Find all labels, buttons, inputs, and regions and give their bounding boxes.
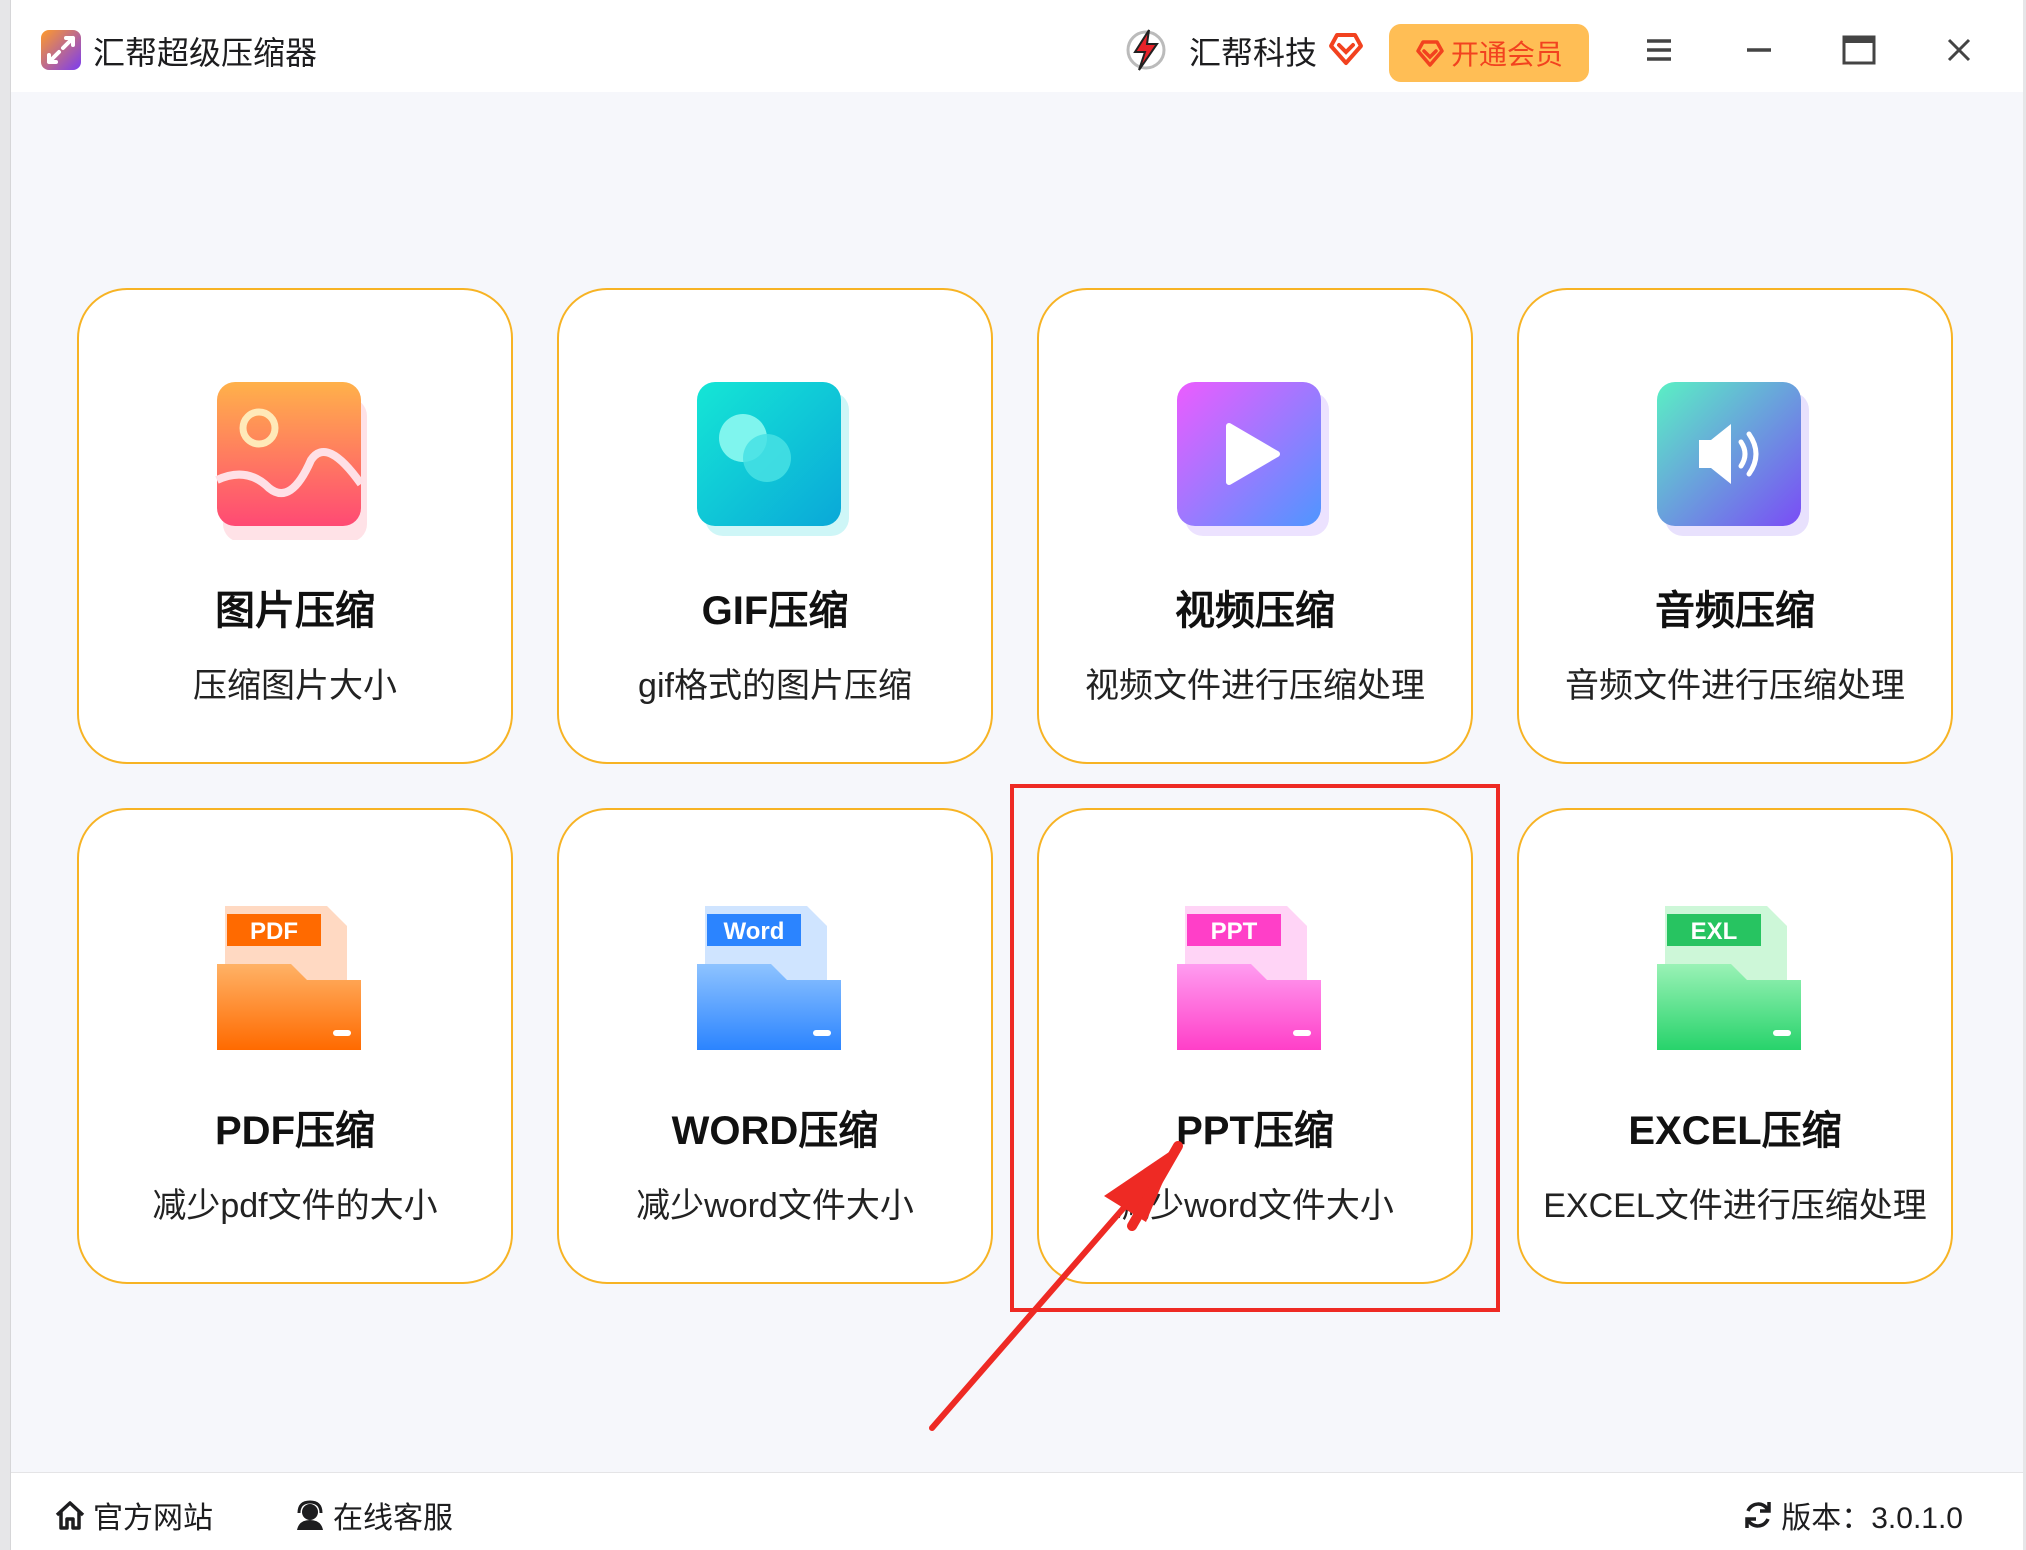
ppt-tag: PPT — [1211, 918, 1258, 945]
card-title: WORD压缩 — [671, 1109, 879, 1153]
home-icon — [55, 1501, 85, 1530]
card-description: EXCEL文件进行压缩处理 — [1543, 1187, 1927, 1225]
card-pdf-compress[interactable]: PDF PDF压缩 减少pdf文件的大小 — [77, 808, 513, 1284]
website-label: 官方网站 — [93, 1502, 213, 1535]
version-label: 版本：3.0.1.0 — [1781, 1502, 1963, 1535]
app-window: 汇帮超级压缩器 汇帮科技 开通会员 图片压缩 压缩图片大小 GIF压缩 gif格… — [10, 0, 2023, 1550]
card-title: 音频压缩 — [1655, 589, 1815, 633]
vip-subscribe-button[interactable]: 开通会员 — [1389, 24, 1589, 82]
support-label: 在线客服 — [333, 1502, 453, 1535]
close-icon — [1947, 38, 1971, 62]
pdf-tag: PDF — [250, 918, 298, 945]
word-folder-icon: Word — [687, 900, 865, 1060]
card-gif-compress[interactable]: GIF压缩 gif格式的图片压缩 — [557, 288, 993, 764]
maximize-button[interactable] — [1837, 28, 1881, 72]
ppt-folder-icon: PPT — [1167, 900, 1345, 1060]
refresh-icon — [1745, 1502, 1771, 1528]
image-icon — [207, 380, 385, 540]
card-audio-compress[interactable]: 音频压缩 音频文件进行压缩处理 — [1517, 288, 1953, 764]
vip-diamond-icon — [1416, 40, 1444, 67]
close-button[interactable] — [1937, 28, 1981, 72]
card-image-compress[interactable]: 图片压缩 压缩图片大小 — [77, 288, 513, 764]
excel-tag: EXL — [1691, 918, 1738, 945]
card-title: 视频压缩 — [1175, 589, 1335, 633]
minimize-icon — [1747, 48, 1771, 52]
card-description: 音频文件进行压缩处理 — [1565, 667, 1905, 705]
card-ppt-compress[interactable]: PPT PPT压缩 减少word文件大小 — [1037, 808, 1473, 1284]
support-headset-icon — [297, 1500, 323, 1530]
status-bar: 官方网站 在线客服 版本：3.0.1.0 — [11, 1472, 2023, 1550]
vip-heart-icon — [1329, 33, 1363, 65]
menu-button[interactable] — [1637, 28, 1681, 72]
card-title: PDF压缩 — [215, 1109, 375, 1153]
maximize-icon — [1842, 35, 1876, 65]
online-support-link[interactable]: 在线客服 — [293, 1493, 453, 1537]
card-description: 减少word文件大小 — [636, 1187, 914, 1225]
vip-button-label: 开通会员 — [1450, 39, 1563, 70]
card-excel-compress[interactable]: EXL EXCEL压缩 EXCEL文件进行压缩处理 — [1517, 808, 1953, 1284]
card-description: gif格式的图片压缩 — [638, 667, 912, 705]
brand-name: 汇帮科技 — [1189, 35, 1318, 71]
card-title: GIF压缩 — [701, 589, 849, 633]
app-title: 汇帮超级压缩器 — [93, 35, 318, 71]
version-info: 版本：3.0.1.0 — [1741, 1493, 1963, 1537]
official-website-link[interactable]: 官方网站 — [53, 1493, 213, 1537]
audio-speaker-icon — [1647, 380, 1825, 540]
excel-folder-icon: EXL — [1647, 900, 1825, 1060]
title-bar: 汇帮超级压缩器 汇帮科技 开通会员 — [11, 0, 2023, 92]
card-word-compress[interactable]: Word WORD压缩 减少word文件大小 — [557, 808, 993, 1284]
menu-icon — [1647, 39, 1671, 61]
card-title: PPT压缩 — [1176, 1109, 1334, 1153]
card-description: 压缩图片大小 — [193, 667, 397, 705]
brand-logo-icon — [1126, 29, 1166, 71]
card-description: 视频文件进行压缩处理 — [1085, 667, 1425, 705]
app-logo-icon — [41, 30, 81, 70]
card-description: 减少pdf文件的大小 — [152, 1187, 438, 1225]
card-video-compress[interactable]: 视频压缩 视频文件进行压缩处理 — [1037, 288, 1473, 764]
video-play-icon — [1167, 380, 1345, 540]
gif-icon — [687, 380, 865, 540]
word-tag: Word — [724, 918, 785, 945]
card-description: 减少word文件大小 — [1116, 1187, 1394, 1225]
pdf-folder-icon: PDF — [207, 900, 385, 1060]
card-title: 图片压缩 — [215, 589, 375, 633]
minimize-button[interactable] — [1737, 28, 1781, 72]
card-title: EXCEL压缩 — [1628, 1109, 1842, 1153]
